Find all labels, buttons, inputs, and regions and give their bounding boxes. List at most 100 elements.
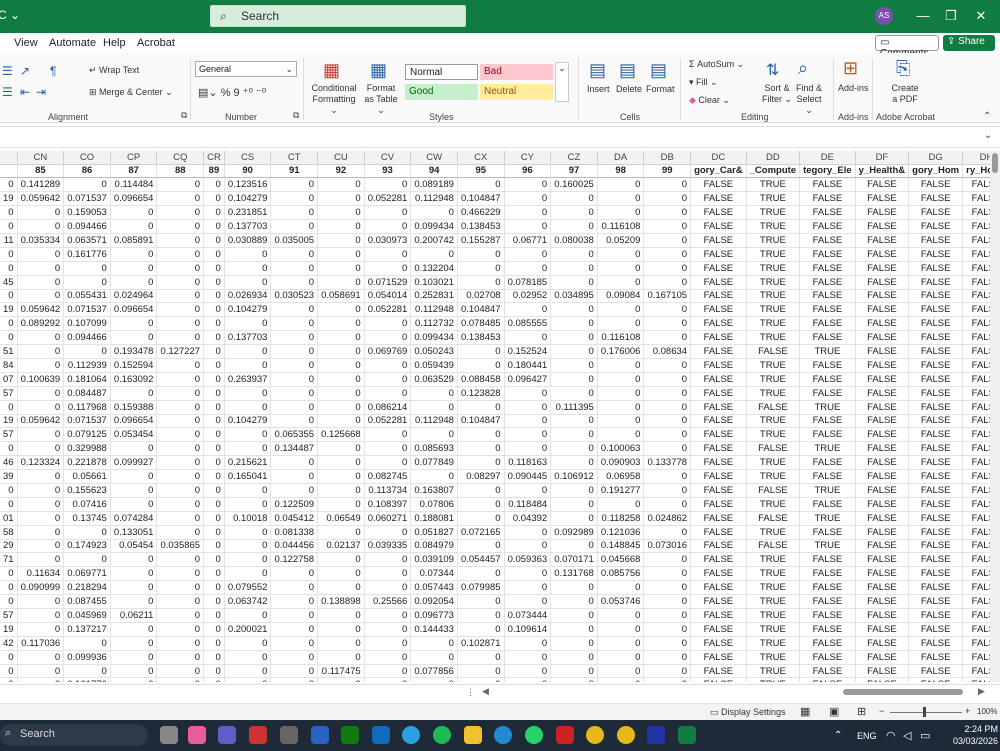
cell[interactable]: 0.215621 (224, 455, 272, 471)
cell[interactable]: FALSE (690, 497, 747, 512)
cell[interactable]: 0.05661 (63, 469, 111, 484)
cell[interactable]: 0 (457, 261, 505, 276)
cell[interactable]: TRUE (746, 219, 801, 234)
column-header-dc[interactable]: DC (690, 151, 747, 165)
cell[interactable]: 0 (317, 358, 365, 373)
cell[interactable]: TRUE (746, 275, 801, 290)
cell[interactable]: TRUE (746, 330, 801, 346)
wifi-icon[interactable]: ◠ (886, 729, 896, 742)
cell[interactable]: 0 (597, 358, 645, 373)
cell[interactable]: 0 (504, 677, 552, 682)
cell[interactable]: 0.155287 (457, 233, 505, 248)
search-input[interactable]: ⌕ Search (210, 5, 466, 27)
column-header-cu[interactable]: CU (317, 151, 365, 165)
cell[interactable]: 0 (550, 650, 598, 665)
cell[interactable]: 0.160025 (550, 177, 598, 193)
cell[interactable]: 0.07344 (410, 566, 458, 582)
header-cell[interactable]: 98 (597, 164, 645, 179)
cell[interactable]: FALSE (690, 289, 747, 304)
cell[interactable]: FALSE (908, 386, 964, 401)
cell[interactable]: 0 (643, 664, 692, 679)
cell[interactable]: FALSE (908, 414, 964, 429)
cell[interactable]: FALSE (908, 191, 964, 207)
cell[interactable]: 0.024964 (110, 289, 158, 304)
cell-partial[interactable]: 07 (0, 372, 18, 387)
comma-icon[interactable]: 9 (234, 87, 240, 99)
menu-view[interactable]: View (14, 37, 38, 49)
cell[interactable]: 0.141289 (17, 177, 65, 193)
header-cell[interactable]: 87 (110, 164, 158, 179)
cell[interactable]: 0.063742 (224, 594, 272, 609)
cell[interactable]: 0 (63, 275, 111, 290)
cell[interactable]: 0 (17, 275, 65, 290)
cell[interactable]: 0.092054 (410, 594, 458, 609)
header-cell[interactable]: 85 (17, 164, 65, 179)
cell[interactable]: 0.108397 (364, 497, 412, 512)
cell[interactable]: 0.035005 (270, 233, 319, 248)
cell[interactable]: FALSE (690, 302, 747, 318)
cell[interactable]: FALSE (908, 441, 964, 457)
cell[interactable]: 0.137217 (63, 622, 111, 637)
cell[interactable]: FALSE (962, 594, 990, 609)
cell[interactable]: 0.113734 (364, 483, 412, 498)
cell[interactable]: 0.044456 (270, 539, 319, 554)
cell[interactable]: 0 (317, 316, 365, 332)
cell[interactable]: 0 (504, 483, 552, 498)
cell[interactable]: 0.121036 (597, 525, 645, 540)
cell[interactable]: FALSE (908, 427, 964, 443)
cell-partial[interactable]: 45 (0, 275, 18, 290)
cell[interactable]: 0.466229 (457, 205, 505, 221)
avatar[interactable]: AS (875, 7, 893, 25)
cell[interactable]: FALSE (855, 330, 910, 346)
cell[interactable]: 0.123324 (17, 455, 65, 471)
cell[interactable]: TRUE (799, 400, 856, 415)
cell[interactable]: 0 (643, 233, 692, 248)
cell[interactable]: 0 (17, 247, 65, 262)
cell[interactable]: 0 (224, 497, 272, 512)
cell[interactable]: 0.188081 (410, 511, 458, 526)
zoom-out-icon[interactable]: − (879, 706, 884, 716)
cell[interactable]: FALSE (690, 525, 747, 540)
cell[interactable]: 0.181064 (63, 372, 111, 387)
cell[interactable]: TRUE (746, 191, 801, 207)
cell[interactable]: 0 (550, 261, 598, 276)
decrease-indent-icon[interactable]: ⇤ (20, 85, 30, 99)
cell[interactable]: 0 (364, 205, 412, 221)
cell[interactable]: 0.152594 (110, 358, 158, 373)
cell[interactable]: 0.094466 (63, 330, 111, 346)
cell-partial[interactable]: 0 (0, 289, 18, 304)
cell[interactable]: 0 (550, 580, 598, 596)
cell[interactable]: FALSE (799, 233, 856, 248)
cell[interactable]: 0 (550, 275, 598, 290)
cell[interactable]: 0 (270, 247, 319, 262)
cell[interactable]: 0 (550, 427, 598, 443)
cell[interactable]: 0.104279 (224, 414, 272, 429)
cell[interactable]: 0.104847 (457, 191, 505, 207)
cell[interactable]: FALSE (855, 552, 910, 568)
cell[interactable]: 0 (643, 650, 692, 665)
cell[interactable]: 0 (317, 622, 365, 637)
cell[interactable]: FALSE (908, 330, 964, 346)
cell[interactable]: 0 (550, 608, 598, 623)
cell[interactable]: 0.112948 (410, 414, 458, 429)
cell[interactable]: 0 (550, 302, 598, 318)
cell[interactable]: 0 (504, 386, 552, 401)
cell[interactable]: FALSE (855, 511, 910, 526)
cell[interactable]: 0 (270, 636, 319, 651)
cell[interactable]: 0.05454 (110, 539, 158, 554)
cell[interactable]: 0 (270, 469, 319, 484)
cell[interactable]: FALSE (962, 289, 990, 304)
cell[interactable]: FALSE (690, 344, 747, 359)
cell-partial[interactable]: 84 (0, 358, 18, 373)
cell[interactable]: 0 (203, 427, 225, 443)
cell[interactable]: FALSE (690, 177, 747, 193)
cell[interactable]: 0 (203, 455, 225, 471)
cell[interactable]: 0 (364, 622, 412, 637)
header-cell[interactable]: gory_Hom (908, 164, 964, 179)
accounting-icon[interactable]: ▤⌄ (198, 87, 218, 99)
cell[interactable]: 0 (224, 552, 272, 568)
cell[interactable]: 0 (203, 177, 225, 193)
cell[interactable]: 0 (203, 677, 225, 682)
cell[interactable]: TRUE (746, 580, 801, 596)
cell[interactable]: FALSE (746, 400, 801, 415)
